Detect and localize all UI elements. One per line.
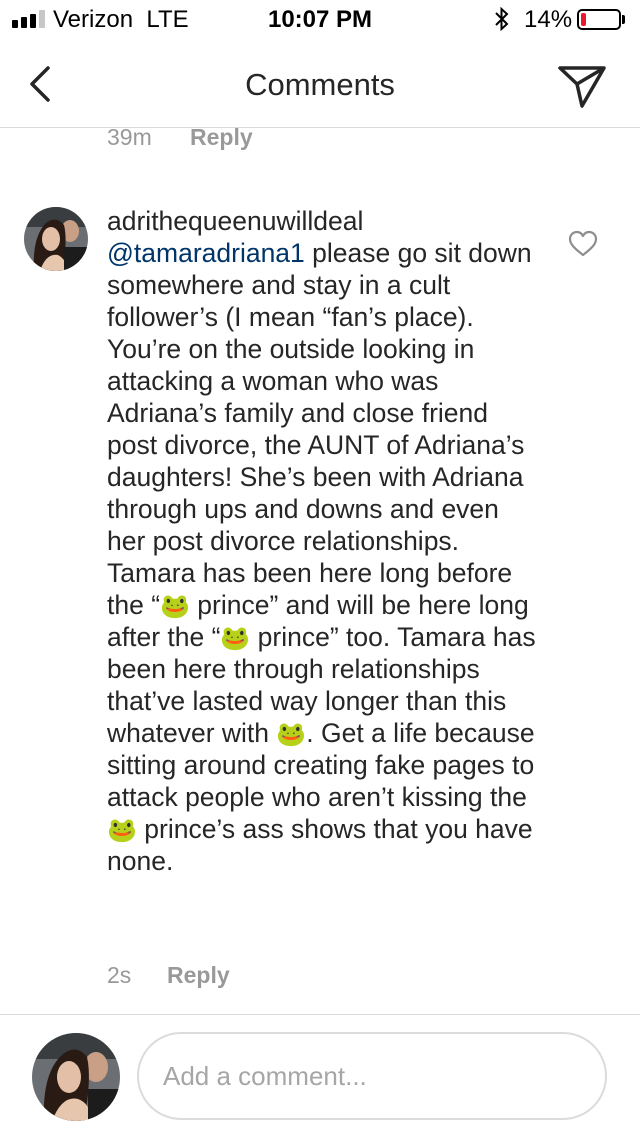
nav-bar: Comments: [0, 40, 640, 128]
comment-text-segment: prince’s ass shows that you have none.: [107, 814, 533, 876]
current-user-avatar: [32, 1033, 120, 1121]
footer-divider: [0, 1014, 640, 1015]
page-title: Comments: [245, 67, 395, 102]
avatar-photo: [24, 207, 88, 271]
frog-emoji-icon: 🐸: [160, 593, 190, 620]
previous-comment-reply-button[interactable]: Reply: [190, 124, 253, 151]
comment-text: adrithequeenuwilldeal @tamaradriana1 ple…: [107, 205, 537, 877]
comment-username[interactable]: adrithequeenuwilldeal: [107, 206, 363, 236]
frog-emoji-icon: 🐸: [276, 721, 307, 748]
comment-text-segment: please go sit down somewhere and stay in…: [107, 238, 532, 620]
battery-tip: [622, 15, 625, 24]
avatar-photo: [32, 1033, 120, 1121]
comment-mention[interactable]: @tamaradriana1: [107, 238, 305, 268]
like-button[interactable]: [568, 230, 598, 258]
heart-outline-icon: [568, 230, 598, 257]
battery-icon: [577, 9, 621, 30]
paper-plane-icon: [558, 66, 606, 108]
status-bar: Verizon LTE 10:07 PM 14%: [0, 0, 640, 40]
share-button[interactable]: [556, 62, 608, 110]
battery-percent: 14%: [524, 6, 573, 33]
battery-fill: [581, 13, 586, 26]
commenter-avatar[interactable]: [24, 207, 88, 271]
add-comment-input[interactable]: [137, 1032, 607, 1120]
frog-emoji-icon: 🐸: [107, 817, 137, 844]
previous-comment-timestamp: 39m: [107, 124, 152, 150]
frog-emoji-icon: 🐸: [220, 625, 251, 652]
bluetooth-icon: [494, 6, 510, 38]
comment-timestamp: 2s: [107, 962, 132, 988]
comment-reply-button[interactable]: Reply: [167, 962, 230, 989]
